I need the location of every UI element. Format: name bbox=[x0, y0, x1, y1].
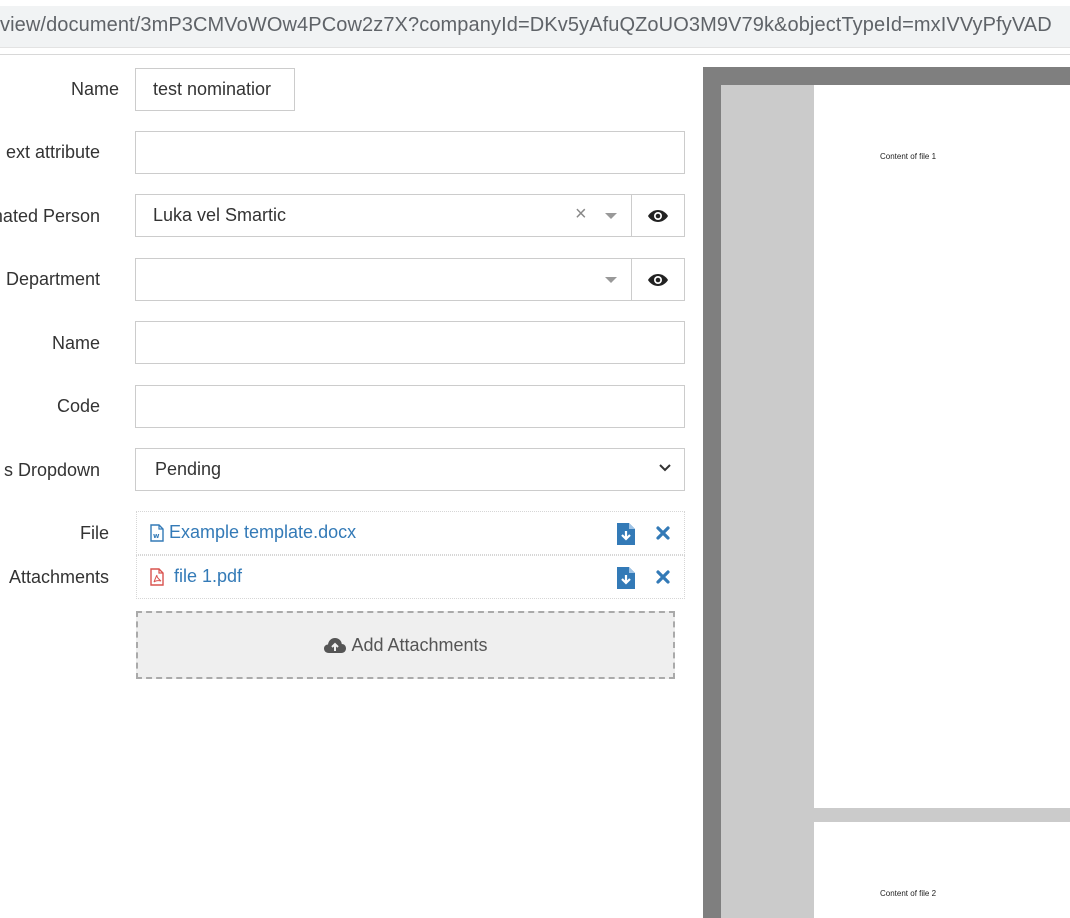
view-department-button[interactable] bbox=[631, 258, 685, 301]
attachment-link[interactable]: file 1.pdf bbox=[174, 566, 242, 587]
file-label: File bbox=[79, 523, 109, 543]
add-attachments-label: Add Attachments bbox=[351, 634, 488, 655]
divider bbox=[0, 54, 1070, 55]
nominated-person-label: nated Person bbox=[0, 206, 100, 226]
address-bar-url[interactable]: view/document/3mP3CMVoWOw4PCow2z7X?compa… bbox=[0, 14, 1052, 37]
caret-down-icon[interactable] bbox=[605, 277, 617, 283]
chevron-down-icon bbox=[659, 464, 671, 472]
download-icon[interactable] bbox=[617, 523, 635, 545]
file-link[interactable]: Example template.docx bbox=[169, 522, 356, 543]
clear-icon[interactable]: × bbox=[575, 203, 587, 226]
code-label: Code bbox=[56, 396, 100, 416]
viewer-canvas: Content of file 1 Content of file 2 bbox=[721, 85, 1070, 918]
name2-input[interactable] bbox=[135, 321, 685, 364]
eye-icon bbox=[648, 273, 668, 286]
status-dropdown[interactable]: Pending bbox=[135, 448, 685, 491]
file-row: w Example template.docx bbox=[136, 511, 685, 555]
remove-icon[interactable] bbox=[655, 569, 671, 585]
add-attachments-button[interactable]: Add Attachments bbox=[136, 611, 675, 679]
svg-text:w: w bbox=[153, 532, 160, 540]
department-select[interactable] bbox=[135, 258, 685, 301]
name-label: Name bbox=[70, 79, 119, 99]
nominated-person-select[interactable]: Luka vel Smartic × bbox=[135, 194, 685, 237]
pdf-file-icon bbox=[150, 568, 164, 586]
nominated-person-value: Luka vel Smartic bbox=[153, 205, 287, 225]
page-2-text: Content of file 2 bbox=[880, 889, 937, 898]
eye-icon bbox=[648, 209, 668, 222]
status-dropdown-label: s Dropdown bbox=[3, 460, 100, 480]
word-file-icon: w bbox=[150, 524, 164, 542]
text-attribute-label: ext attribute bbox=[5, 142, 100, 162]
remove-icon[interactable] bbox=[655, 525, 671, 541]
attachments-label: Attachments bbox=[8, 567, 109, 587]
caret-down-icon[interactable] bbox=[605, 213, 617, 219]
page-1-text: Content of file 1 bbox=[880, 152, 937, 161]
status-dropdown-value: Pending bbox=[155, 459, 222, 479]
attachment-row: file 1.pdf bbox=[136, 555, 685, 599]
name2-label: Name bbox=[51, 333, 100, 353]
download-icon[interactable] bbox=[617, 567, 635, 589]
department-label: Department bbox=[5, 269, 100, 289]
document-viewer[interactable]: Content of file 1 Content of file 2 bbox=[703, 67, 1070, 918]
code-input[interactable] bbox=[135, 385, 685, 428]
address-bar[interactable]: view/document/3mP3CMVoWOw4PCow2z7X?compa… bbox=[0, 6, 1070, 48]
name-input[interactable]: test nominatior bbox=[135, 68, 295, 111]
document-page-1: Content of file 1 bbox=[814, 85, 1070, 808]
document-page-2: Content of file 2 bbox=[814, 822, 1070, 918]
view-person-button[interactable] bbox=[631, 194, 685, 237]
text-attribute-input[interactable] bbox=[135, 131, 685, 174]
cloud-upload-icon bbox=[324, 638, 347, 653]
